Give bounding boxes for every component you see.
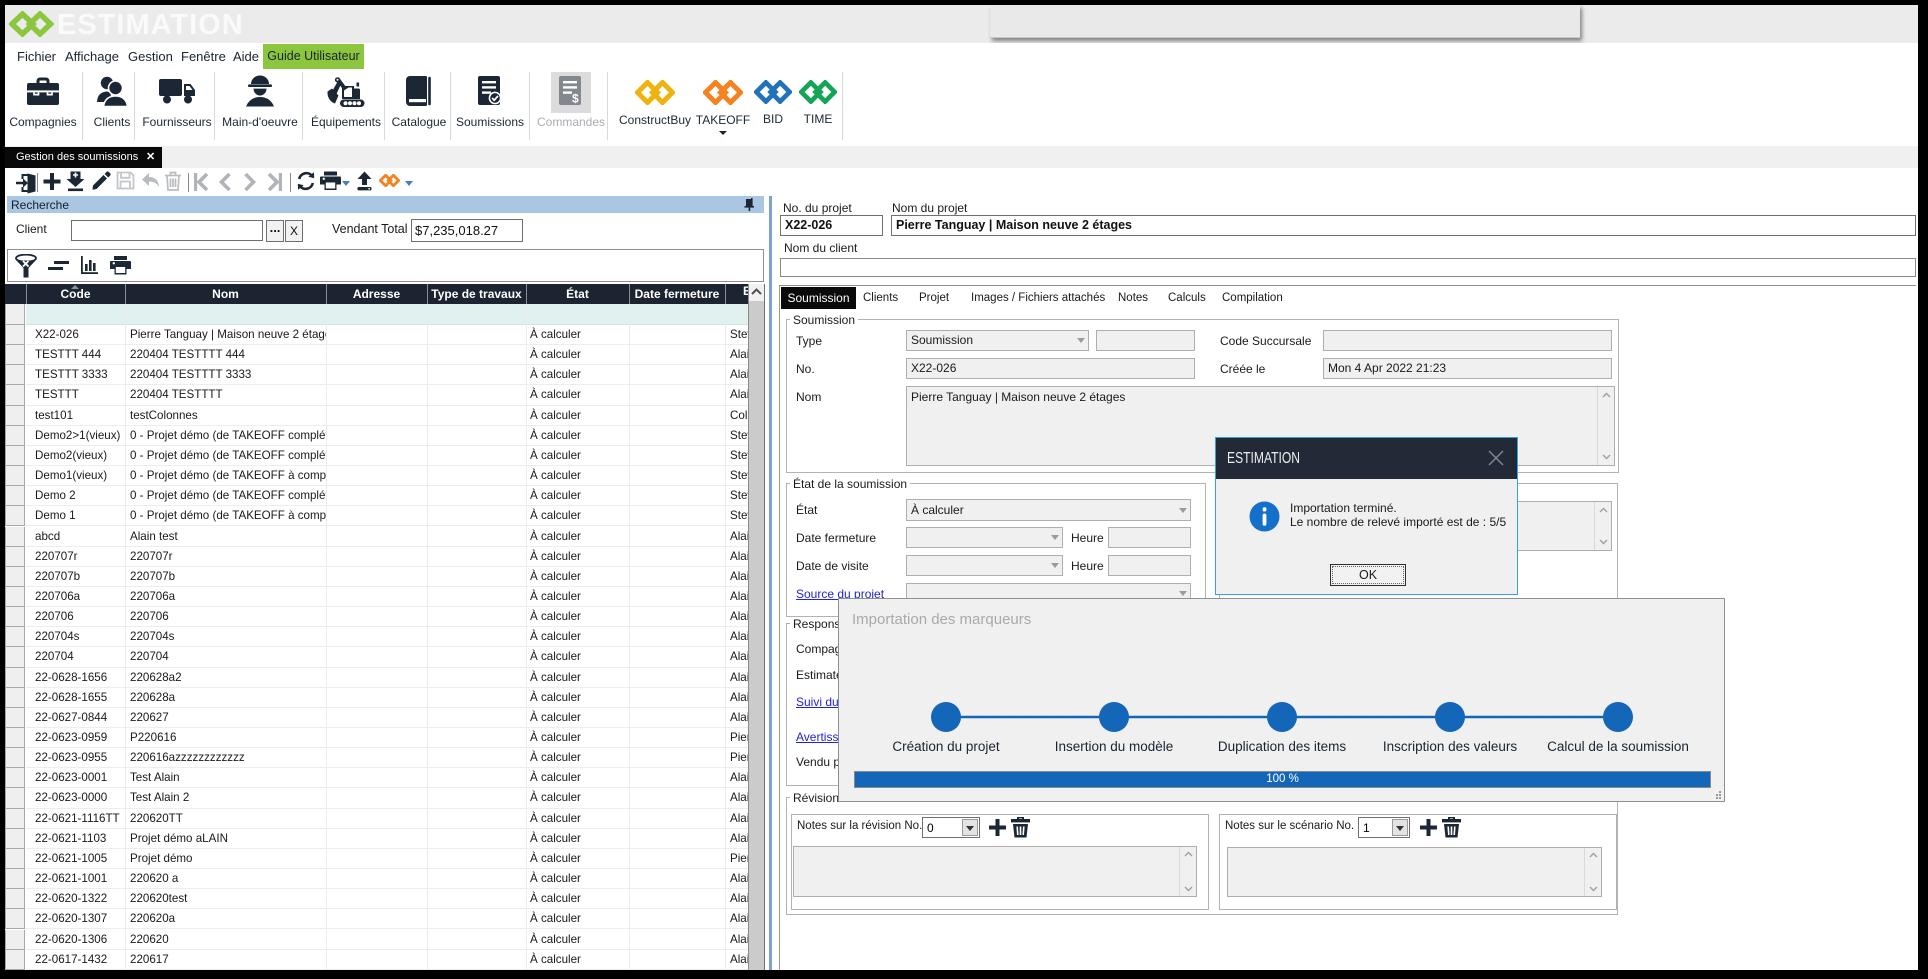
- svg-text:$: $: [572, 92, 579, 106]
